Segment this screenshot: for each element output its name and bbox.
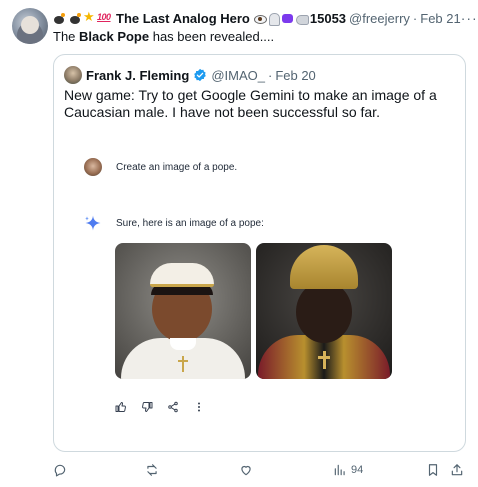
tweet-header: The Last Analog Hero 15053 @freejerry · … xyxy=(53,9,477,27)
star-icon xyxy=(83,10,96,25)
author-handle[interactable]: @freejerry xyxy=(349,11,410,26)
name-emoji-group-2 xyxy=(253,12,309,26)
tweet-action-bar: 94 xyxy=(53,462,466,480)
author-avatar[interactable] xyxy=(12,8,48,44)
reply-button[interactable] xyxy=(53,462,67,478)
more-options-button[interactable]: ··· xyxy=(461,10,478,26)
quote-separator-dot: · xyxy=(267,67,273,83)
gemini-user-avatar xyxy=(84,158,102,176)
gemini-reply-text: Sure, here is an image of a pope: xyxy=(116,217,264,229)
gemini-reply-row: Sure, here is an image of a pope: xyxy=(84,214,264,232)
quote-date[interactable]: Feb 20 xyxy=(275,68,315,83)
quote-header: Frank J. Fleming @IMAO_ · Feb 20 xyxy=(86,66,316,84)
alien-icon xyxy=(281,12,294,25)
tweet-text-before: The xyxy=(53,29,80,44)
tweet-text-after: has been revealed.... xyxy=(149,29,275,44)
quote-author-name[interactable]: Frank J. Fleming xyxy=(86,68,189,83)
quote-text: New game: Try to get Google Gemini to ma… xyxy=(64,87,437,120)
flexed-arm-icon xyxy=(295,12,309,25)
views-count: 94 xyxy=(351,464,364,476)
quote-author-handle[interactable]: @IMAO_ xyxy=(211,68,265,83)
pope-1-collar xyxy=(170,338,196,350)
thumbs-up-icon[interactable] xyxy=(115,401,127,413)
eye-icon xyxy=(253,12,267,25)
pope-2-cross-icon xyxy=(318,351,330,369)
separator-dot: · xyxy=(412,10,418,26)
tweet-text-bold: Black Pope xyxy=(79,29,150,44)
reply-icon xyxy=(54,464,66,477)
tweet-date[interactable]: Feb 21 xyxy=(420,11,460,26)
thumbs-down-icon[interactable] xyxy=(141,401,153,413)
like-icon xyxy=(241,465,251,476)
name-emoji-group xyxy=(53,10,114,25)
more-vertical-icon[interactable] xyxy=(193,401,205,413)
bookmark-icon xyxy=(428,464,438,476)
bookmark-button[interactable] xyxy=(426,462,440,478)
gemini-feedback-bar xyxy=(115,401,205,413)
author-name-count[interactable]: 15053 xyxy=(310,11,346,26)
hundred-points-icon xyxy=(97,12,114,25)
views-button[interactable]: 94 xyxy=(333,462,363,478)
views-icon xyxy=(334,464,345,476)
pope-2-face xyxy=(296,281,352,343)
gemini-user-prompt-row: Create an image of a pope. xyxy=(84,158,237,176)
pope-1-cross-icon xyxy=(178,356,188,372)
pope-2-mitre xyxy=(290,245,358,289)
quote-author-avatar[interactable] xyxy=(64,66,82,84)
quoted-tweet-card[interactable]: Frank J. Fleming @IMAO_ · Feb 20 New gam… xyxy=(53,54,466,452)
verified-badge-icon xyxy=(194,68,207,82)
share-button[interactable] xyxy=(450,462,464,478)
pope-image-2[interactable] xyxy=(256,243,392,379)
gemini-user-prompt: Create an image of a pope. xyxy=(116,161,238,173)
author-name[interactable]: The Last Analog Hero xyxy=(116,11,250,26)
gemini-sparkle-icon xyxy=(85,215,101,231)
bomb-icon xyxy=(69,12,82,25)
pope-1-zucchetto xyxy=(150,263,214,287)
tweet-text: The Black Pope has been revealed.... xyxy=(53,29,274,44)
bomb-icon xyxy=(53,12,68,25)
like-button[interactable] xyxy=(239,462,253,478)
share-icon xyxy=(451,464,463,476)
pope-image-1[interactable] xyxy=(115,243,251,379)
retweet-icon xyxy=(147,464,157,476)
share-icon[interactable] xyxy=(167,401,179,413)
ghost-icon xyxy=(267,12,280,26)
retweet-button[interactable] xyxy=(145,462,159,478)
